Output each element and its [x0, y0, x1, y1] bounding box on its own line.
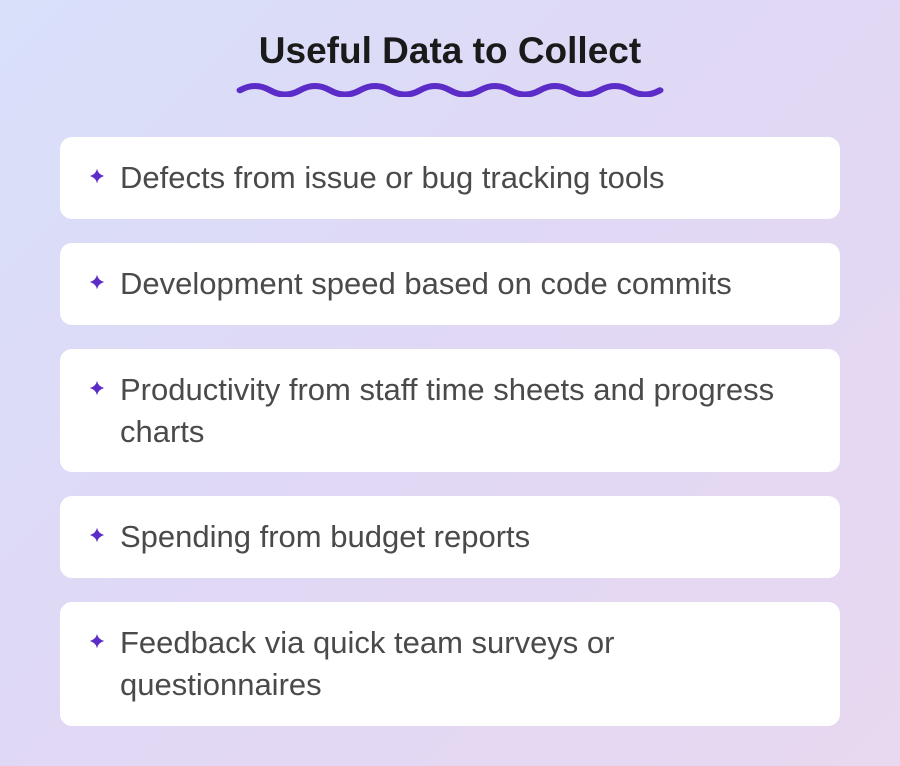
star-bullet-icon — [88, 632, 106, 650]
star-bullet-icon — [88, 526, 106, 544]
list-item-text: Spending from budget reports — [120, 516, 530, 558]
list-item-text: Productivity from staff time sheets and … — [120, 369, 816, 453]
list-item: Spending from budget reports — [60, 496, 840, 578]
list-item-text: Development speed based on code commits — [120, 263, 732, 305]
list-item-text: Defects from issue or bug tracking tools — [120, 157, 664, 199]
wavy-underline-icon — [235, 80, 665, 97]
list-item-text: Feedback via quick team surveys or quest… — [120, 622, 816, 706]
star-bullet-icon — [88, 167, 106, 185]
list-item: Feedback via quick team surveys or quest… — [60, 602, 840, 726]
data-list: Defects from issue or bug tracking tools… — [60, 137, 840, 726]
list-item: Productivity from staff time sheets and … — [60, 349, 840, 473]
star-bullet-icon — [88, 273, 106, 291]
list-item: Defects from issue or bug tracking tools — [60, 137, 840, 219]
star-bullet-icon — [88, 379, 106, 397]
page-title: Useful Data to Collect — [259, 30, 641, 72]
list-item: Development speed based on code commits — [60, 243, 840, 325]
